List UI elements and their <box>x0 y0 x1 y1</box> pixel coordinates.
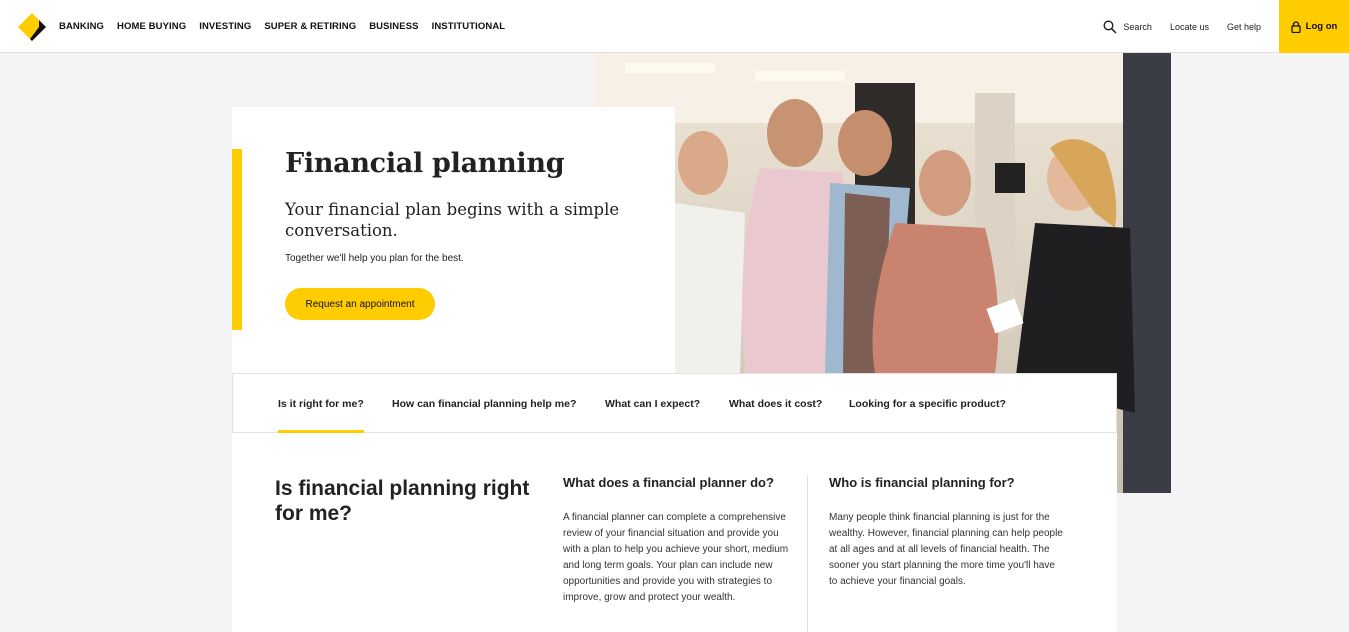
section-title: Is financial planning right for me? <box>275 477 530 525</box>
tab-is-it-right[interactable]: Is it right for me? <box>278 374 364 433</box>
locate-us-label: Locate us <box>1169 21 1209 32</box>
col2-text: Many people think financial planning is … <box>829 512 1063 587</box>
section-tabs: Is it right for me? How can financial pl… <box>232 373 1117 433</box>
hero-subtitle: Your financial plan begins with a simple… <box>285 200 620 240</box>
utility-nav: Search Locate us Get help Log on <box>1103 0 1349 53</box>
nav-institutional[interactable]: INSTITUTIONAL <box>432 21 506 32</box>
log-on-button[interactable]: Log on <box>1279 0 1349 53</box>
accent-bar <box>232 149 242 330</box>
tab-how-can-help[interactable]: How can financial planning help me? <box>392 374 576 433</box>
col1-text: A financial planner can complete a compr… <box>563 512 789 603</box>
locate-us-link[interactable]: Locate us <box>1170 22 1209 32</box>
page-title: Financial planning <box>285 148 565 179</box>
search-link[interactable]: Search <box>1103 19 1152 34</box>
primary-nav: BANKING HOME BUYING INVESTING SUPER & RE… <box>59 0 505 53</box>
col2-heading: Who is financial planning for? <box>829 475 1015 490</box>
lock-icon <box>1291 20 1301 33</box>
column-divider <box>807 475 808 632</box>
brand-logo-icon[interactable] <box>18 13 46 41</box>
hero-tagline: Together we'll help you plan for the bes… <box>285 253 464 264</box>
top-navigation: BANKING HOME BUYING INVESTING SUPER & RE… <box>0 0 1349 53</box>
search-label: Search <box>1123 21 1152 32</box>
tab-specific-product[interactable]: Looking for a specific product? <box>849 374 1006 433</box>
get-help-label: Get help <box>1226 21 1261 32</box>
tab-what-to-expect[interactable]: What can I expect? <box>605 374 700 433</box>
nav-business[interactable]: BUSINESS <box>369 21 418 32</box>
nav-investing[interactable]: INVESTING <box>199 21 251 32</box>
col1-heading: What does a financial planner do? <box>563 475 774 490</box>
nav-home-buying[interactable]: HOME BUYING <box>117 21 186 32</box>
get-help-link[interactable]: Get help <box>1227 22 1261 32</box>
search-icon <box>1103 19 1117 34</box>
request-appointment-button[interactable]: Request an appointment <box>285 288 435 320</box>
log-on-label: Log on <box>1305 21 1338 32</box>
tab-what-does-it-cost[interactable]: What does it cost? <box>729 374 822 433</box>
nav-banking[interactable]: BANKING <box>59 21 104 32</box>
nav-super-retiring[interactable]: SUPER & RETIRING <box>264 21 356 32</box>
